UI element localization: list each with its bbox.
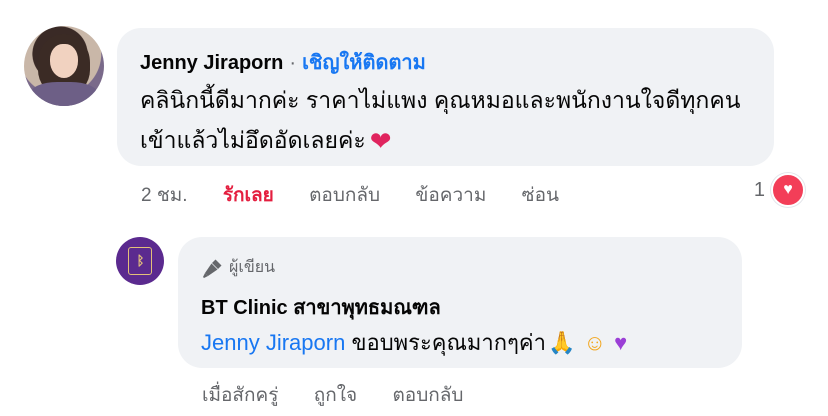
reply-reply-button[interactable]: ตอบกลับ (392, 385, 463, 406)
author-badge: ผู้เขียน (201, 255, 275, 280)
bt-logo-icon: ᛒ (128, 247, 152, 275)
red-heart-emoji-icon: ❤ (369, 126, 392, 156)
purple-heart-emoji-icon: ♥ (614, 330, 628, 355)
comment-author[interactable]: Jenny Jiraporn (140, 52, 283, 74)
reaction-count: 1 (753, 178, 765, 201)
avatar-shirt (30, 82, 98, 106)
love-button[interactable]: รักเลย (223, 185, 274, 206)
avatar-face (50, 44, 78, 78)
comment-header: Jenny Jiraporn · เชิญให้ติดตาม (140, 46, 426, 78)
smiling-face-with-hearts-emoji-icon: ☺ (583, 330, 606, 355)
reply-text: ขอบพระคุณมากๆค่า (351, 330, 546, 355)
author-badge-label: ผู้เขียน (229, 259, 276, 276)
reply-body: Jenny Jiraporn ขอบพระคุณมากๆค่า🙏 ☺ ♥ (201, 325, 627, 360)
comment-actions: 2 ชม. รักเลย ตอบกลับ ข้อความ ซ่อน (141, 180, 589, 210)
like-button[interactable]: ถูกใจ (314, 385, 357, 406)
reply-actions: เมื่อสักครู่ ถูกใจ ตอบกลับ (202, 380, 493, 410)
comment-time[interactable]: 2 ชม. (141, 185, 188, 206)
reply-time[interactable]: เมื่อสักครู่ (202, 385, 278, 406)
reply-author[interactable]: BT Clinic สาขาพุทธมณฑล (201, 291, 441, 323)
comment-text: คลินิกนี้ดีมากค่ะ ราคาไม่แพง คุณหมอและพน… (140, 87, 741, 153)
commenter-avatar[interactable] (24, 26, 104, 106)
hide-button[interactable]: ซ่อน (522, 185, 559, 206)
love-reaction-icon: ♥ (771, 173, 805, 207)
message-button[interactable]: ข้อความ (415, 185, 486, 206)
folded-hands-emoji-icon: 🙏 (547, 330, 576, 355)
reply-button[interactable]: ตอบกลับ (309, 185, 380, 206)
reply-bubble: ผู้เขียน BT Clinic สาขาพุทธมณฑล Jenny Ji… (178, 237, 742, 368)
comment-bubble: Jenny Jiraporn · เชิญให้ติดตาม คลินิกนี้ดี… (117, 28, 774, 166)
reaction-summary[interactable]: 1 ♥ (754, 173, 805, 207)
microphone-icon (203, 259, 222, 278)
follow-link[interactable]: เชิญให้ติดตาม (302, 52, 426, 74)
page-avatar[interactable]: ᛒ (116, 237, 164, 285)
comment-body: คลินิกนี้ดีมากค่ะ ราคาไม่แพง คุณหมอและพน… (140, 80, 755, 161)
separator-dot: · (289, 52, 297, 74)
mention-link[interactable]: Jenny Jiraporn (201, 330, 345, 355)
